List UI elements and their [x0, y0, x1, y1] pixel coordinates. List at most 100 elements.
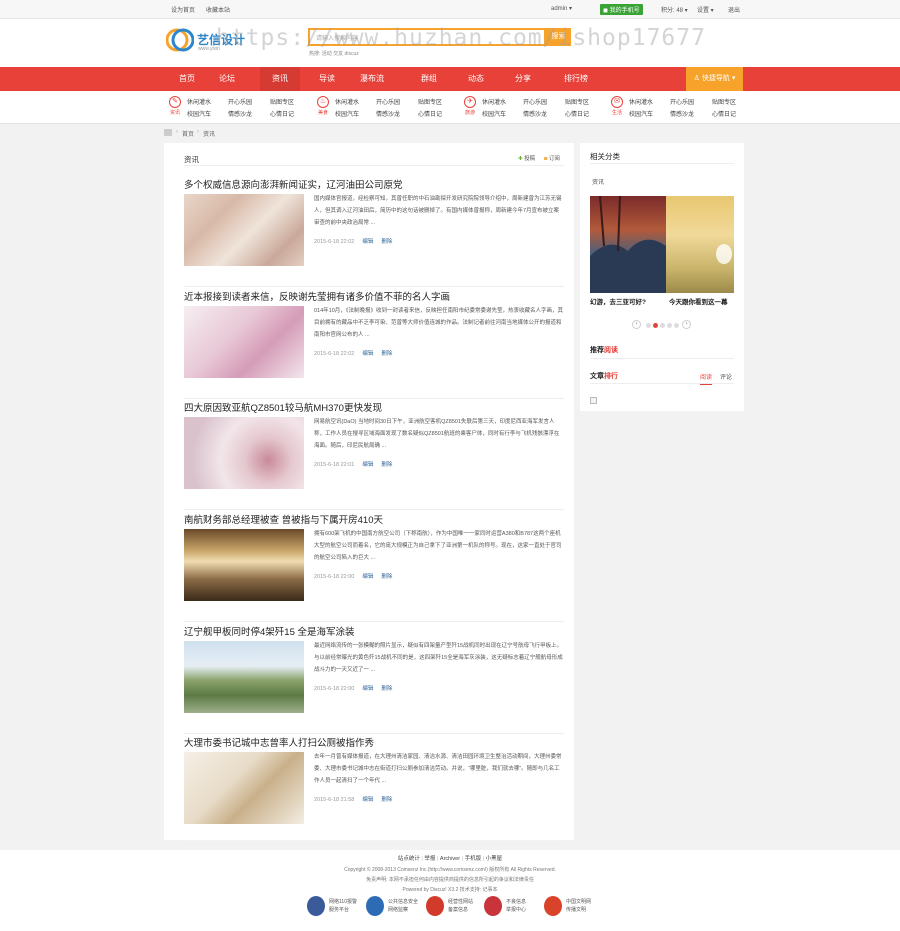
phone-bind-button[interactable]: ◼ 我的手机号	[600, 4, 643, 15]
article-title[interactable]: 四大原因致亚航QZ8501较马航MH370更快发现	[184, 400, 382, 414]
slider-dot[interactable]	[674, 323, 679, 328]
footer-link[interactable]: 手机版	[465, 856, 482, 862]
subnav-link[interactable]: 心情日记	[270, 109, 294, 118]
article-title[interactable]: 多个权威信息源向澎湃新闻证实，辽河油田公司原党	[184, 177, 403, 191]
delete-link[interactable]: 删除	[381, 351, 392, 357]
footer-badge[interactable]: 经营性网站 备案信息	[426, 896, 484, 918]
tab-comment[interactable]: 评论	[720, 372, 732, 381]
breadcrumb-home[interactable]: 首页	[182, 129, 194, 138]
subnav-link[interactable]: 情感沙龙	[523, 109, 547, 118]
nav-item[interactable]: 排行榜	[554, 67, 598, 91]
search-button[interactable]: 搜索	[546, 28, 571, 46]
nav-item[interactable]: 分享	[503, 67, 543, 91]
nav-item[interactable]: 瀑布流	[350, 67, 394, 91]
subnav-link[interactable]: 开心乐园	[228, 97, 252, 106]
edit-link[interactable]: 编辑	[362, 686, 373, 692]
slider-dot[interactable]	[660, 323, 665, 328]
user-menu[interactable]: admin ▾	[551, 5, 572, 12]
footer-link[interactable]: 小黑屋	[486, 856, 503, 862]
home-icon[interactable]	[164, 129, 172, 136]
quick-nav-button[interactable]: ♙ 快捷导航 ▾	[686, 67, 743, 91]
delete-link[interactable]: 删除	[381, 462, 392, 468]
slider-dot[interactable]	[646, 323, 651, 328]
subnav-link[interactable]: 休闲灌水	[187, 97, 211, 106]
edit-link[interactable]: 编辑	[362, 574, 373, 580]
slide-image[interactable]	[666, 196, 734, 293]
footer-badge[interactable]: 公共信息安全 网络监察	[366, 896, 424, 918]
subnav-link[interactable]: 校园汽车	[629, 109, 653, 118]
subnav-link[interactable]: 心情日记	[565, 109, 589, 118]
chevron-left-icon[interactable]: ‹	[632, 320, 641, 329]
nav-item[interactable]: 群组	[409, 67, 449, 91]
subnav-link[interactable]: 心情日记	[418, 109, 442, 118]
subnav-link[interactable]: 休闲灌水	[629, 97, 653, 106]
footer-link[interactable]: Archiver	[440, 856, 460, 862]
subnav-link[interactable]: 休闲灌水	[335, 97, 359, 106]
subnav-link[interactable]: 休闲灌水	[482, 97, 506, 106]
favorite-link[interactable]: 收藏本站	[206, 5, 230, 14]
category-icon[interactable]: ♨ 美食	[314, 95, 332, 121]
subnav-link[interactable]: 校园汽车	[187, 109, 211, 118]
settings-menu[interactable]: 设置 ▾	[697, 5, 714, 14]
edit-link[interactable]: 编辑	[362, 239, 373, 245]
subscribe-link[interactable]: ◙ 订阅	[544, 154, 560, 162]
article-thumbnail[interactable]	[184, 641, 304, 713]
footer-link[interactable]: 站点统计	[398, 856, 420, 862]
article-title[interactable]: 辽宁舰甲板同时停4架歼15 全是海军涂装	[184, 624, 355, 638]
article-title[interactable]: 南航财务部总经理被查 曾被指与下属开房410天	[184, 512, 383, 526]
search-input[interactable]: 请输入搜索内容	[308, 28, 546, 46]
subnav-link[interactable]: 校园汽车	[482, 109, 506, 118]
logout-link[interactable]: 退出	[728, 5, 740, 14]
category-icon[interactable]: ✈ 旅游	[461, 95, 479, 121]
subnav-link[interactable]: 开心乐园	[523, 97, 547, 106]
nav-item[interactable]: 论坛	[207, 67, 247, 91]
footer-badge[interactable]: 中国文明网 传播文明	[544, 896, 602, 918]
article-title[interactable]: 近本报接到读者来信，反映谢先莹拥有诸多价值不菲的名人字画	[184, 289, 450, 303]
slider-dot[interactable]	[653, 323, 658, 328]
subnav-link[interactable]: 贴图专区	[418, 97, 442, 106]
article-title[interactable]: 大理市委书记城中志曾率人打扫公厕被指作秀	[184, 735, 374, 749]
article-thumbnail[interactable]	[184, 417, 304, 489]
edit-link[interactable]: 编辑	[362, 462, 373, 468]
footer-badge[interactable]: 网络110报警 服务平台	[307, 896, 365, 918]
delete-link[interactable]: 删除	[381, 797, 392, 803]
edit-link[interactable]: 编辑	[362, 797, 373, 803]
subnav-link[interactable]: 情感沙龙	[670, 109, 694, 118]
hot-terms[interactable]: 活动 交友 discuz	[322, 51, 359, 57]
slide-caption[interactable]: 幻游，去三亚可好?	[590, 296, 666, 306]
set-home-link[interactable]: 设为首页	[171, 5, 195, 14]
subnav-link[interactable]: 贴图专区	[270, 97, 294, 106]
article-thumbnail[interactable]	[184, 194, 304, 266]
slide-image[interactable]	[590, 196, 666, 293]
article-thumbnail[interactable]	[184, 306, 304, 378]
subnav-link[interactable]: 贴图专区	[712, 97, 736, 106]
subnav-link[interactable]: 情感沙龙	[228, 109, 252, 118]
nav-item[interactable]: 资讯	[260, 67, 300, 91]
nav-item[interactable]: 首页	[167, 67, 207, 91]
chevron-right-icon[interactable]: ›	[682, 320, 691, 329]
nav-item[interactable]: 动态	[456, 67, 496, 91]
edit-link[interactable]: 编辑	[362, 351, 373, 357]
footer-link[interactable]: 举报	[424, 856, 435, 862]
publish-link[interactable]: ✚ 投稿	[518, 154, 535, 162]
subnav-link[interactable]: 情感沙龙	[376, 109, 400, 118]
subnav-link[interactable]: 贴图专区	[565, 97, 589, 106]
subnav-link[interactable]: 校园汽车	[335, 109, 359, 118]
subnav-link[interactable]: 心情日记	[712, 109, 736, 118]
category-icon[interactable]: ✉ 生活	[608, 95, 626, 121]
footer-badge[interactable]: 不良信息 举报中心	[484, 896, 542, 918]
related-item[interactable]: 资讯	[592, 177, 604, 186]
article-thumbnail[interactable]	[184, 529, 304, 601]
subnav-link[interactable]: 开心乐园	[670, 97, 694, 106]
delete-link[interactable]: 删除	[381, 686, 392, 692]
subnav-link[interactable]: 开心乐园	[376, 97, 400, 106]
article-thumbnail[interactable]	[184, 752, 304, 824]
delete-link[interactable]: 删除	[381, 574, 392, 580]
category-icon[interactable]: ✎ 资讯	[166, 95, 184, 121]
nav-item[interactable]: 导读	[307, 67, 347, 91]
slider-dot[interactable]	[667, 323, 672, 328]
delete-link[interactable]: 删除	[381, 239, 392, 245]
points-menu[interactable]: 积分: 48 ▾	[661, 5, 688, 14]
slide-caption[interactable]: 今天跟你看到这一幕	[669, 296, 735, 306]
logo-icon[interactable]	[165, 26, 195, 54]
